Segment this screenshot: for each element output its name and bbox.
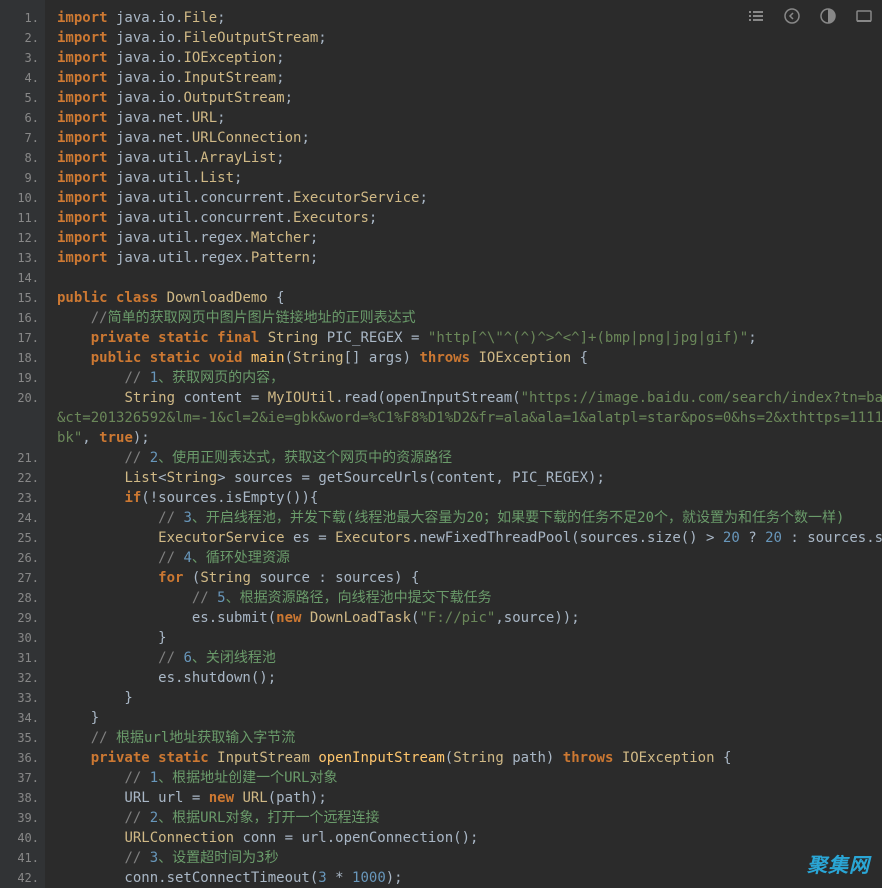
code-line: import java.util.concurrent.ExecutorServ… bbox=[57, 188, 882, 208]
code-line: // 根据url地址获取输入字节流 bbox=[57, 728, 882, 748]
line-number: 25. bbox=[0, 528, 45, 548]
code-line: import java.io.FileOutputStream; bbox=[57, 28, 882, 48]
code-line: URLConnection conn = url.openConnection(… bbox=[57, 828, 882, 848]
line-number: 37. bbox=[0, 768, 45, 788]
code-line bbox=[57, 268, 882, 288]
code-line: private static final String PIC_REGEX = … bbox=[57, 328, 882, 348]
line-number: 18. bbox=[0, 348, 45, 368]
code-line: es.shutdown(); bbox=[57, 668, 882, 688]
line-number: 5. bbox=[0, 88, 45, 108]
code-line: public static void main(String[] args) t… bbox=[57, 348, 882, 368]
code-line: import java.util.ArrayList; bbox=[57, 148, 882, 168]
back-icon[interactable] bbox=[784, 8, 800, 30]
line-number: 6. bbox=[0, 108, 45, 128]
line-number: 38. bbox=[0, 788, 45, 808]
line-number: 33. bbox=[0, 688, 45, 708]
line-number: 36. bbox=[0, 748, 45, 768]
line-number: 20. bbox=[0, 388, 45, 408]
code-line: String content = MyIOUtil.read(openInput… bbox=[57, 388, 882, 408]
line-number: 16. bbox=[0, 308, 45, 328]
line-number: 23. bbox=[0, 488, 45, 508]
code-line: // 5、根据资源路径，向线程池中提交下载任务 bbox=[57, 588, 882, 608]
code-line: import java.net.URL; bbox=[57, 108, 882, 128]
code-line: // 2、根据URL对象，打开一个远程连接 bbox=[57, 808, 882, 828]
code-line: List<String> sources = getSourceUrls(con… bbox=[57, 468, 882, 488]
code-line: if(!sources.isEmpty()){ bbox=[57, 488, 882, 508]
line-number: 9. bbox=[0, 168, 45, 188]
code-line: import java.io.InputStream; bbox=[57, 68, 882, 88]
line-number: 26. bbox=[0, 548, 45, 568]
code-line: } bbox=[57, 628, 882, 648]
code-line: import java.util.regex.Matcher; bbox=[57, 228, 882, 248]
line-number: 4. bbox=[0, 68, 45, 88]
code-area: import java.io.File;import java.io.FileO… bbox=[45, 0, 882, 888]
line-number: 3. bbox=[0, 48, 45, 68]
code-line: // 6、关闭线程池 bbox=[57, 648, 882, 668]
code-line: // 1、根据地址创建一个URL对象 bbox=[57, 768, 882, 788]
line-number: 31. bbox=[0, 648, 45, 668]
line-number-gutter: 1.2.3.4.5.6.7.8.9.10.11.12.13.14.15.16.1… bbox=[0, 0, 45, 888]
line-number: 35. bbox=[0, 728, 45, 748]
code-line: //简单的获取网页中图片图片链接地址的正则表达式 bbox=[57, 308, 882, 328]
line-number: 41. bbox=[0, 848, 45, 868]
code-line: conn.setConnectTimeout(3 * 1000); bbox=[57, 868, 882, 888]
code-line: &ct=201326592&lm=-1&cl=2&ie=gbk&word=%C1… bbox=[57, 408, 882, 428]
line-number: 1. bbox=[0, 8, 45, 28]
code-line: import java.net.URLConnection; bbox=[57, 128, 882, 148]
code-line: // 1、获取网页的内容， bbox=[57, 368, 882, 388]
line-number: 15. bbox=[0, 288, 45, 308]
code-line: import java.util.List; bbox=[57, 168, 882, 188]
line-number: 11. bbox=[0, 208, 45, 228]
code-line: bk", true); bbox=[57, 428, 882, 448]
line-number: 21. bbox=[0, 448, 45, 468]
line-number: 17. bbox=[0, 328, 45, 348]
code-line: // 4、循环处理资源 bbox=[57, 548, 882, 568]
code-line: } bbox=[57, 688, 882, 708]
line-number: 7. bbox=[0, 128, 45, 148]
contrast-icon[interactable] bbox=[820, 8, 836, 30]
line-number: 28. bbox=[0, 588, 45, 608]
line-number: 34. bbox=[0, 708, 45, 728]
line-number: 12. bbox=[0, 228, 45, 248]
line-number: 32. bbox=[0, 668, 45, 688]
code-line: import java.io.OutputStream; bbox=[57, 88, 882, 108]
watermark: 聚集网 bbox=[807, 856, 870, 876]
line-number: 42. bbox=[0, 868, 45, 888]
line-number: 40. bbox=[0, 828, 45, 848]
line-number: 13. bbox=[0, 248, 45, 268]
code-line: } bbox=[57, 708, 882, 728]
line-number: 30. bbox=[0, 628, 45, 648]
line-number: 29. bbox=[0, 608, 45, 628]
line-number: 19. bbox=[0, 368, 45, 388]
code-line: import java.util.regex.Pattern; bbox=[57, 248, 882, 268]
code-line: for (String source : sources) { bbox=[57, 568, 882, 588]
line-number: 10. bbox=[0, 188, 45, 208]
code-line: private static InputStream openInputStre… bbox=[57, 748, 882, 768]
code-line: import java.util.concurrent.Executors; bbox=[57, 208, 882, 228]
fullscreen-icon[interactable] bbox=[856, 8, 872, 30]
toolbar bbox=[748, 8, 872, 30]
list-icon[interactable] bbox=[748, 8, 764, 30]
code-line: es.submit(new DownLoadTask("F://pic",sou… bbox=[57, 608, 882, 628]
code-line: // 3、设置超时间为3秒 bbox=[57, 848, 882, 868]
line-number: 39. bbox=[0, 808, 45, 828]
code-line: import java.io.IOException; bbox=[57, 48, 882, 68]
code-line: // 3、开启线程池，并发下载(线程池最大容量为20；如果要下载的任务不足20个… bbox=[57, 508, 882, 528]
code-line: public class DownloadDemo { bbox=[57, 288, 882, 308]
code-line: URL url = new URL(path); bbox=[57, 788, 882, 808]
code-line: ExecutorService es = Executors.newFixedT… bbox=[57, 528, 882, 548]
line-number: 8. bbox=[0, 148, 45, 168]
code-line: // 2、使用正则表达式，获取这个网页中的资源路径 bbox=[57, 448, 882, 468]
line-number: 14. bbox=[0, 268, 45, 288]
line-number: 2. bbox=[0, 28, 45, 48]
line-number: 24. bbox=[0, 508, 45, 528]
line-number: 27. bbox=[0, 568, 45, 588]
line-number: 22. bbox=[0, 468, 45, 488]
